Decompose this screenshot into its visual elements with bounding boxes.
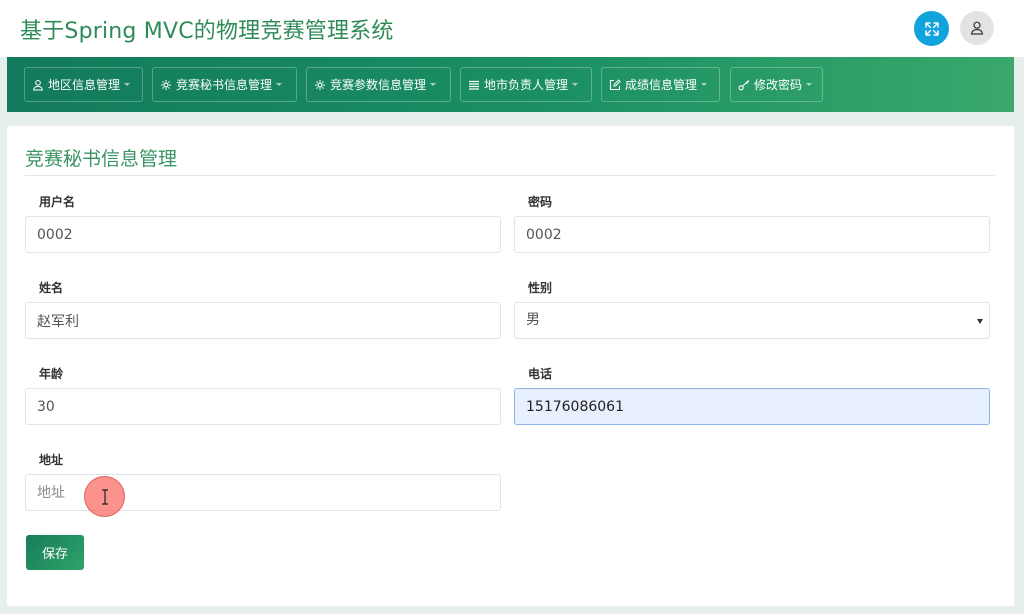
expand-arrows-icon [924,21,939,36]
nav-item-label: 成绩信息管理 [625,78,698,92]
user-menu-button[interactable] [960,11,994,45]
save-button[interactable]: 保存 [26,535,84,570]
nav-item-change-password[interactable]: 修改密码 [730,67,823,102]
password-label: 密码 [528,195,553,209]
nav-item-label: 竞赛秘书信息管理 [176,78,273,92]
phone-input[interactable] [514,388,990,425]
chevron-down-icon [430,83,437,86]
chevron-down-icon [701,83,708,86]
username-input[interactable] [25,216,501,253]
nav-item-label: 地区信息管理 [48,78,121,92]
gender-select[interactable]: 男 [514,302,990,339]
password-input[interactable] [514,216,990,253]
age-input[interactable] [25,388,501,425]
main-nav: 地区信息管理 竞赛秘书信息管理 竞赛参数信息管理 地市负责人管理 成绩信息管理 [7,57,1014,112]
text-cursor-icon [101,488,108,505]
nav-item-city-manager[interactable]: 地市负责人管理 [460,67,592,102]
user-icon [33,79,43,90]
app-title: 基于Spring MVC的物理竞赛管理系统 [20,19,394,44]
nav-item-secretary[interactable]: 竞赛秘书信息管理 [152,67,297,102]
username-label: 用户名 [39,195,76,209]
top-bar: 基于Spring MVC的物理竞赛管理系统 [0,0,1024,57]
form-panel: 竞赛秘书信息管理 用户名 密码 姓名 性别 男 年龄 电话 地址 保存 [7,126,1014,606]
gender-label: 性别 [528,281,553,295]
list-icon [469,80,479,90]
edit-icon [609,78,621,90]
chevron-down-icon [977,319,983,324]
chevron-down-icon [276,83,283,86]
fullscreen-button[interactable] [914,11,949,46]
user-icon [970,21,984,35]
address-label: 地址 [39,453,64,467]
chevron-down-icon [806,83,813,86]
chevron-down-icon [124,83,131,86]
nav-item-label: 竞赛参数信息管理 [330,78,427,92]
age-label: 年龄 [39,367,64,381]
nav-item-label: 地市负责人管理 [484,78,569,92]
name-input[interactable] [25,302,501,339]
nav-item-label: 修改密码 [754,78,803,92]
name-label: 姓名 [39,281,64,295]
cursor-highlight [84,476,125,517]
gender-selected-value: 男 [526,312,540,328]
gear-icon [161,79,171,90]
phone-label: 电话 [528,367,553,381]
nav-item-scores[interactable]: 成绩信息管理 [601,67,720,102]
nav-item-region[interactable]: 地区信息管理 [24,67,143,102]
page-title: 竞赛秘书信息管理 [25,148,178,170]
key-icon [738,79,750,90]
chevron-down-icon [572,83,579,86]
title-divider [25,175,995,176]
nav-item-parameters[interactable]: 竞赛参数信息管理 [306,67,451,102]
gear-icon [315,79,325,90]
